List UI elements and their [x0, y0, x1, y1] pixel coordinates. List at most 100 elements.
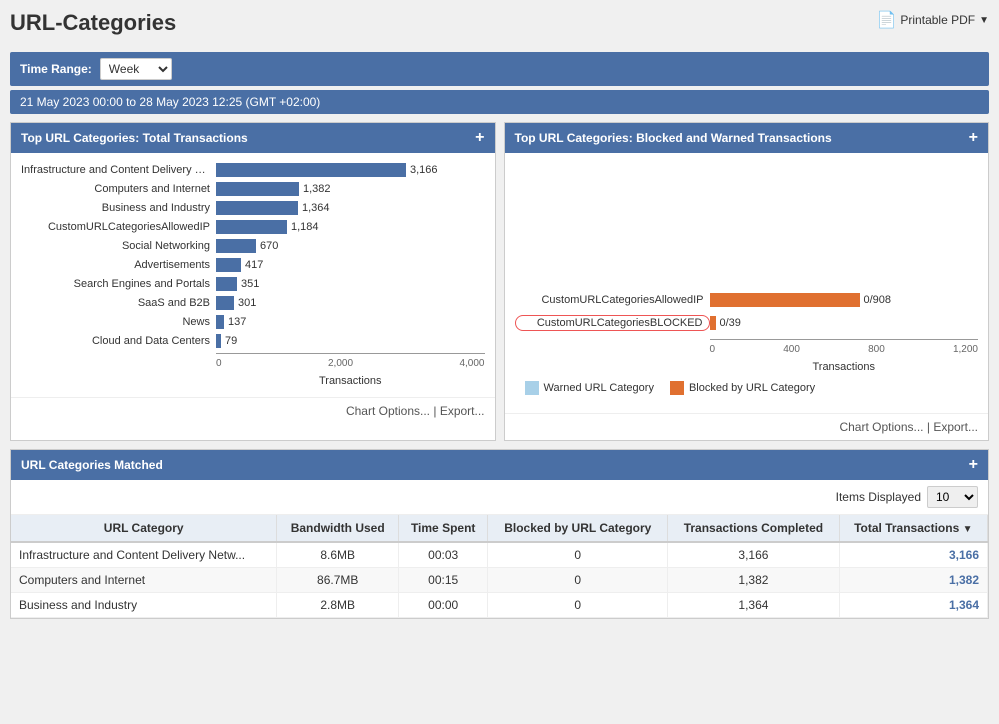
printable-pdf-arrow: ▼ [979, 15, 989, 26]
right-chart-export-link[interactable]: Export... [933, 420, 978, 434]
cell-total-tx: 1,382 [839, 568, 987, 593]
col-header-blocked: Blocked by URL Category [488, 515, 668, 542]
bar-label: News [21, 316, 216, 328]
bar-wrapper: 1,364 [216, 201, 485, 215]
table-row: CustomURLCategoriesAllowedIP 1,184 [21, 220, 485, 234]
col-header-total-tx[interactable]: Total Transactions ▼ [839, 515, 987, 542]
chart-legend: Warned URL Category Blocked by URL Categ… [515, 373, 979, 403]
orange-bar [710, 293, 860, 307]
page-container: URL-Categories 📄 Printable PDF ▼ Time Ra… [0, 0, 999, 724]
cell-time: 00:03 [399, 542, 488, 568]
orange-bar [710, 316, 716, 330]
right-bar-label: CustomURLCategoriesAllowedIP [515, 294, 710, 306]
printable-pdf-button[interactable]: 📄 Printable PDF ▼ [876, 10, 989, 30]
table-row: SaaS and B2B 301 [21, 296, 485, 310]
axis-label-800: 800 [868, 344, 885, 355]
bar [216, 296, 234, 310]
bar-label: Computers and Internet [21, 183, 216, 195]
table-row: Infrastructure and Content Delivery Netw… [21, 163, 485, 177]
cell-blocked: 0 [488, 568, 668, 593]
table-row: Infrastructure and Content Delivery Netw… [11, 542, 988, 568]
right-chart-expand-btn[interactable]: + [969, 129, 978, 147]
bar [216, 315, 224, 329]
time-range-bar: Time Range: Week Hour Day Month Custom [10, 52, 989, 86]
bar [216, 277, 237, 291]
time-range-label: Time Range: [20, 62, 92, 76]
toolbar: 📄 Printable PDF ▼ [876, 10, 989, 30]
table-row: Computers and Internet 86.7MB 00:15 0 1,… [11, 568, 988, 593]
cell-blocked: 0 [488, 542, 668, 568]
right-bar-area: 0/39 [710, 316, 979, 330]
sort-arrow-icon: ▼ [963, 524, 973, 535]
table-row: News 137 [21, 315, 485, 329]
left-bar-chart: Infrastructure and Content Delivery Netw… [21, 163, 485, 348]
axis-label-1200: 1,200 [953, 344, 978, 355]
axis-label-400: 400 [783, 344, 800, 355]
left-chart-panel: Top URL Categories: Total Transactions +… [10, 122, 496, 441]
right-chart-axis: 0 400 800 1,200 [710, 339, 979, 355]
bar-wrapper: 670 [216, 239, 485, 253]
bar [216, 201, 298, 215]
cell-total-tx: 1,364 [839, 593, 987, 618]
bar-value: 1,382 [303, 183, 331, 195]
table-row: Cloud and Data Centers 79 [21, 334, 485, 348]
bar-label: Social Networking [21, 240, 216, 252]
items-per-page-select[interactable]: 10 25 50 100 [927, 486, 978, 508]
table-panel-header: URL Categories Matched + [11, 450, 988, 480]
bar-label: Business and Industry [21, 202, 216, 214]
left-chart-options-link[interactable]: Chart Options... [346, 404, 430, 418]
right-chart-title: Top URL Categories: Blocked and Warned T… [515, 131, 832, 145]
bar-wrapper: 351 [216, 277, 485, 291]
table-row: Advertisements 417 [21, 258, 485, 272]
bar-value: 1,184 [291, 221, 319, 233]
cell-bandwidth: 8.6MB [277, 542, 399, 568]
legend-label-blocked: Blocked by URL Category [689, 382, 815, 394]
date-range-text: 21 May 2023 00:00 to 28 May 2023 12:25 (… [20, 95, 320, 109]
time-range-select[interactable]: Week Hour Day Month Custom [100, 58, 172, 80]
left-chart-options-row: Chart Options... | Export... [11, 397, 495, 424]
legend-swatch-blue [525, 381, 539, 395]
cell-category: Infrastructure and Content Delivery Netw… [11, 542, 277, 568]
table-row: Business and Industry 2.8MB 00:00 0 1,36… [11, 593, 988, 618]
right-chart-options-row: Chart Options... | Export... [505, 413, 989, 440]
legend-label-warned: Warned URL Category [544, 382, 654, 394]
table-panel: URL Categories Matched + Items Displayed… [10, 449, 989, 619]
bar [216, 163, 406, 177]
legend-item-blocked: Blocked by URL Category [670, 381, 815, 395]
right-bar-area: 0/908 [710, 293, 979, 307]
data-table: URL Category Bandwidth Used Time Spent B… [11, 515, 988, 618]
bar-value: 137 [228, 316, 246, 328]
legend-swatch-orange [670, 381, 684, 395]
page-title: URL-Categories [10, 10, 176, 36]
table-body: Infrastructure and Content Delivery Netw… [11, 542, 988, 618]
cell-tx-completed: 1,382 [668, 568, 839, 593]
left-chart-header: Top URL Categories: Total Transactions + [11, 123, 495, 153]
left-chart-content: Infrastructure and Content Delivery Netw… [11, 153, 495, 397]
bar [216, 334, 221, 348]
left-chart-title: Top URL Categories: Total Transactions [21, 131, 248, 145]
table-expand-btn[interactable]: + [969, 456, 978, 474]
left-chart-export-link[interactable]: Export... [440, 404, 485, 418]
col-header-bandwidth: Bandwidth Used [277, 515, 399, 542]
bar-wrapper: 3,166 [216, 163, 485, 177]
bar-wrapper: 1,382 [216, 182, 485, 196]
bar-value: 1,364 [302, 202, 330, 214]
cell-bandwidth: 86.7MB [277, 568, 399, 593]
cell-tx-completed: 3,166 [668, 542, 839, 568]
table-header-row: URL Category Bandwidth Used Time Spent B… [11, 515, 988, 542]
bar-wrapper: 301 [216, 296, 485, 310]
right-chart-options-link[interactable]: Chart Options... [839, 420, 923, 434]
left-chart-axis: 0 2,000 4,000 [216, 353, 485, 369]
bar-wrapper: 79 [216, 334, 485, 348]
bar-value: 670 [260, 240, 278, 252]
col-header-time: Time Spent [399, 515, 488, 542]
left-chart-expand-btn[interactable]: + [475, 129, 484, 147]
bar-label: SaaS and B2B [21, 297, 216, 309]
pdf-icon: 📄 [876, 10, 896, 30]
axis-label-0: 0 [216, 358, 222, 369]
cell-time: 00:00 [399, 593, 488, 618]
right-chart-content: CustomURLCategoriesAllowedIP 0/908 Custo… [505, 153, 989, 413]
axis-label-0: 0 [710, 344, 716, 355]
left-chart-xlabel: Transactions [216, 375, 485, 387]
right-chart-xlabel: Transactions [710, 361, 979, 373]
